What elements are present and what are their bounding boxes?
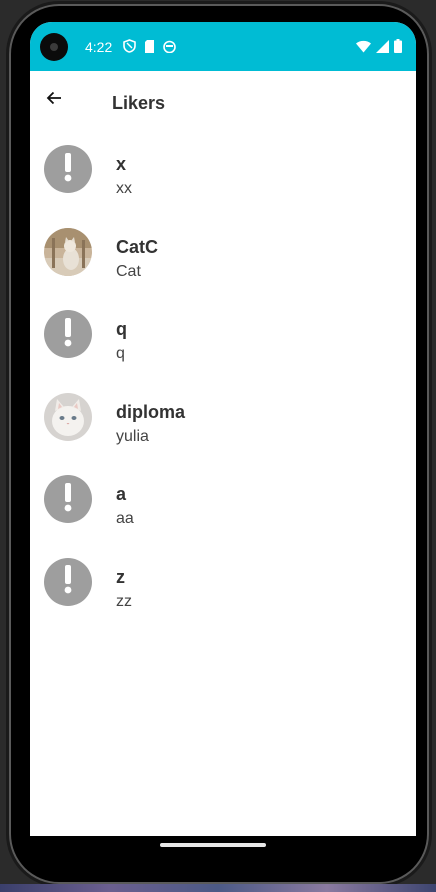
liker-row[interactable]: q q	[30, 295, 416, 378]
likers-list: x xx CatC Cat q q diploma yulia a aa z z…	[30, 130, 416, 625]
liker-row[interactable]: a aa	[30, 460, 416, 543]
signal-icon	[376, 39, 389, 58]
page-title: Likers	[112, 93, 166, 113]
avatar	[44, 475, 92, 523]
liker-name: a	[116, 484, 127, 504]
liker-username: q	[116, 345, 125, 362]
back-button[interactable]	[40, 86, 68, 114]
liker-row[interactable]: z zz	[30, 543, 416, 626]
exclamation-icon	[44, 558, 92, 606]
liker-username: Cat	[116, 262, 141, 280]
liker-username: aa	[116, 510, 134, 527]
white-kitten-photo-icon	[44, 392, 92, 441]
exclamation-icon	[44, 145, 92, 193]
avatar	[44, 310, 92, 358]
liker-name: CatC	[116, 236, 159, 257]
status-time: 4:22	[85, 39, 113, 55]
status-bar: 4:22	[30, 22, 416, 71]
avatar	[44, 557, 92, 606]
liker-row[interactable]: diploma yulia	[30, 378, 416, 461]
avatar	[44, 227, 92, 276]
arrow-back-icon	[46, 90, 62, 111]
liker-username: xx	[116, 180, 132, 197]
liker-row[interactable]: CatC Cat	[30, 213, 416, 296]
battery-icon	[394, 39, 402, 58]
front-camera	[40, 33, 68, 61]
screen: 4:22 Likers x xx CatC Cat q q diploma yu…	[30, 22, 416, 836]
shield-icon	[123, 39, 136, 58]
android-icon	[163, 40, 176, 58]
liker-name: diploma	[116, 401, 186, 422]
exclamation-icon	[44, 475, 92, 523]
liker-username: zz	[116, 592, 132, 610]
exclamation-icon	[44, 310, 92, 358]
desktop-wallpaper-strip	[0, 884, 436, 892]
toolbar: Likers	[30, 71, 416, 137]
gesture-nav-handle[interactable]	[160, 843, 266, 847]
avatar	[44, 145, 92, 193]
wifi-icon	[356, 40, 371, 58]
liker-row[interactable]: x xx	[30, 130, 416, 213]
liker-name: q	[116, 319, 127, 339]
liker-name: z	[116, 566, 125, 587]
liker-username: yulia	[116, 427, 149, 445]
sd-card-icon	[144, 39, 155, 58]
liker-name: x	[116, 154, 127, 174]
cat-photo-icon	[44, 227, 92, 276]
avatar	[44, 392, 92, 441]
